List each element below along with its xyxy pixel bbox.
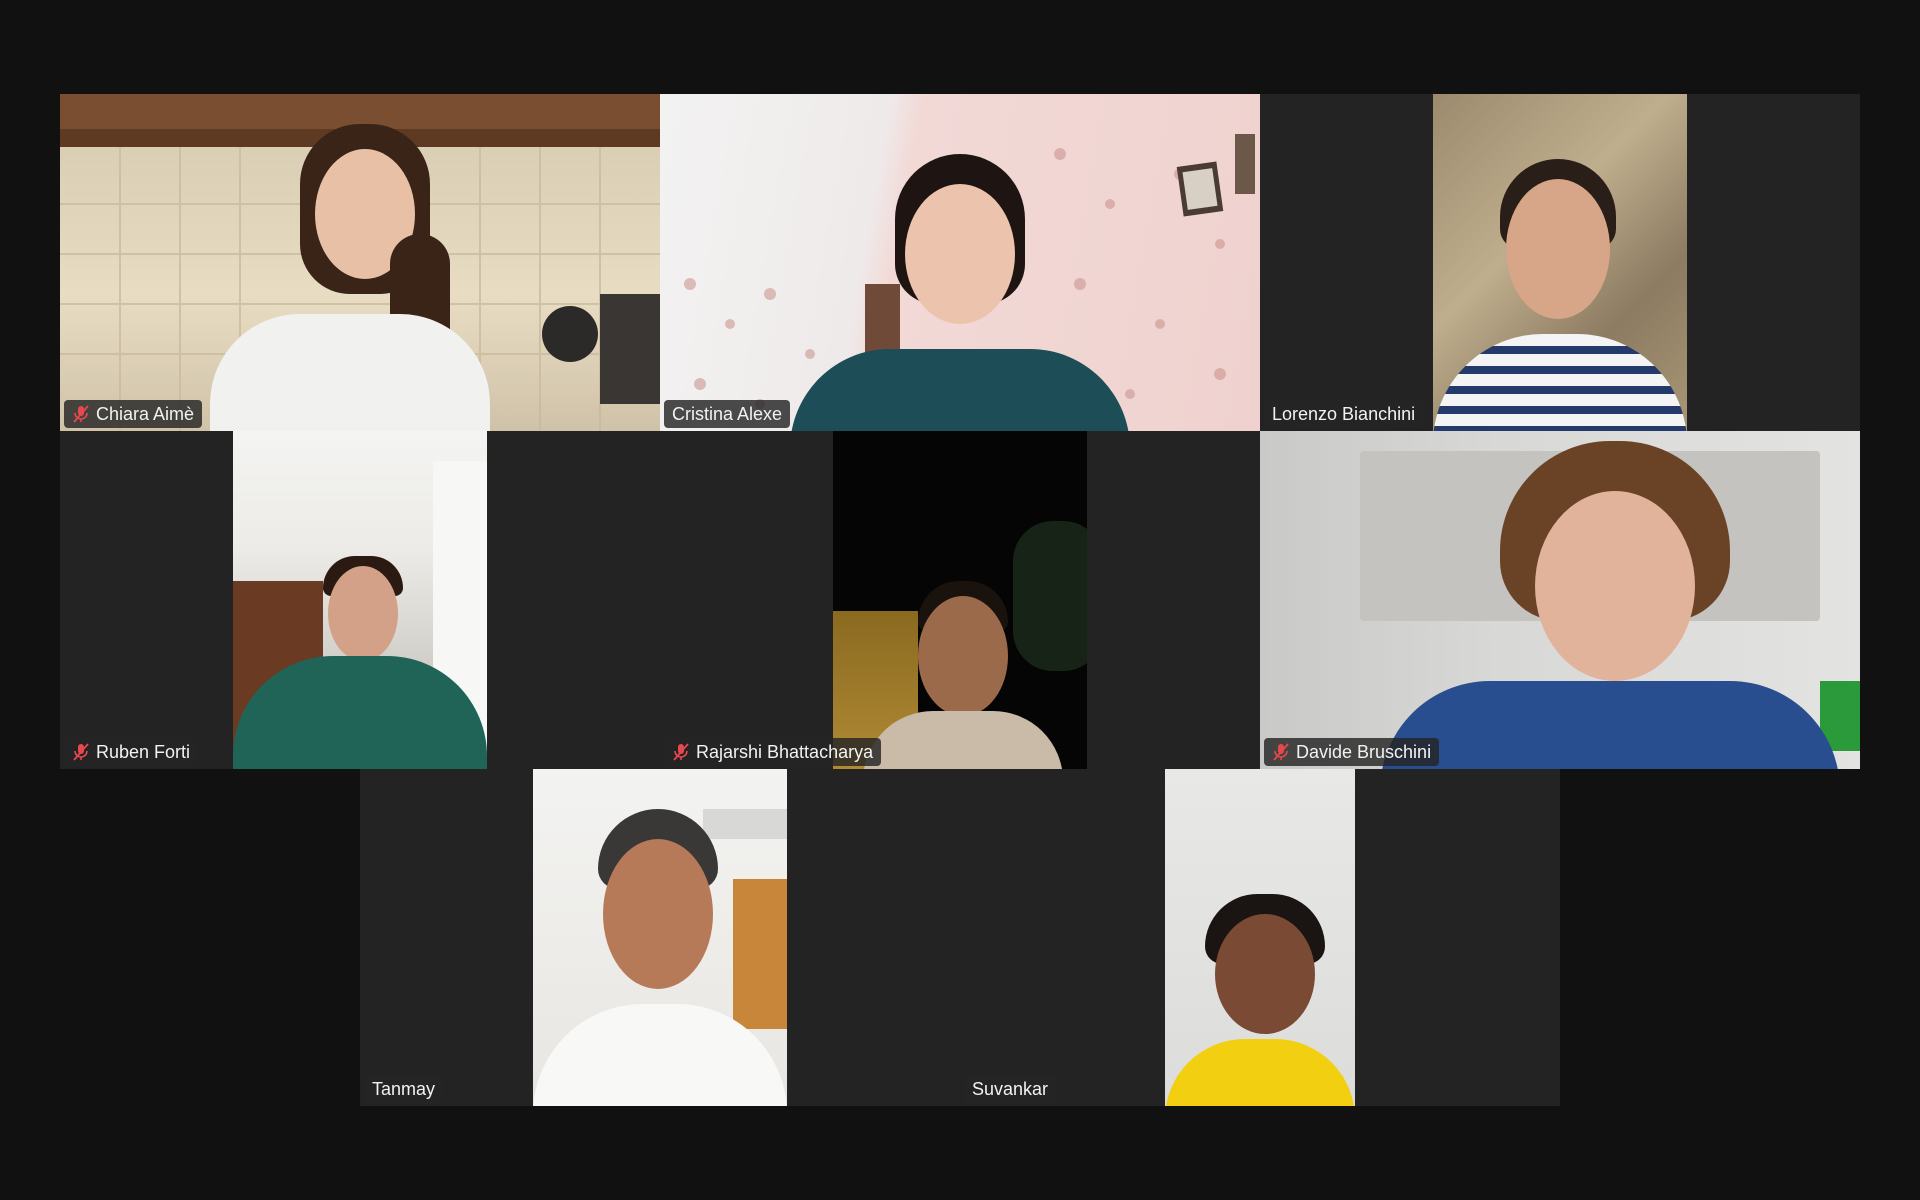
video-tile-chiara-aime[interactable]: Chiara Aimè [60,94,660,431]
video-tile-suvankar[interactable]: Suvankar [960,769,1560,1106]
participant-name: Davide Bruschini [1296,742,1432,762]
video-tile-lorenzo-bianchini[interactable]: Lorenzo Bianchini [1260,94,1860,431]
video-feed [533,769,787,1106]
participant-name: Tanmay [372,1079,436,1099]
participant-name: Rajarshi Bhattacharya [696,742,874,762]
nameplate: Cristina Alexe [664,400,791,428]
nameplate: Lorenzo Bianchini [1264,400,1424,428]
video-feed [833,431,1087,769]
participant-name: Ruben Forti [96,742,191,762]
video-feed [233,431,487,769]
participant-name: Lorenzo Bianchini [1272,404,1416,424]
participant-name: Chiara Aimè [96,404,195,424]
video-tile-davide-bruschini[interactable]: Davide Bruschini [1260,431,1860,769]
microphone-muted-icon [1272,742,1290,762]
nameplate: Suvankar [964,1075,1057,1103]
participant-name: Suvankar [972,1079,1049,1099]
video-feed [1433,94,1687,431]
nameplate: Rajarshi Bhattacharya [664,738,882,766]
microphone-muted-icon [72,404,90,424]
video-tile-tanmay[interactable]: Tanmay [360,769,960,1106]
participant-name: Cristina Alexe [672,404,783,424]
video-feed [60,94,660,431]
nameplate: Ruben Forti [64,738,199,766]
video-tile-rajarshi-bhattacharya[interactable]: Rajarshi Bhattacharya [660,431,1260,769]
nameplate: Chiara Aimè [64,400,203,428]
microphone-muted-icon [672,742,690,762]
video-tile-cristina-alexe[interactable]: Cristina Alexe [660,94,1260,431]
video-feed [1165,769,1355,1106]
microphone-muted-icon [72,742,90,762]
video-feed [660,94,1260,431]
video-tile-ruben-forti[interactable]: Ruben Forti [60,431,660,769]
video-feed [1260,431,1860,769]
nameplate: Davide Bruschini [1264,738,1440,766]
nameplate: Tanmay [364,1075,444,1103]
